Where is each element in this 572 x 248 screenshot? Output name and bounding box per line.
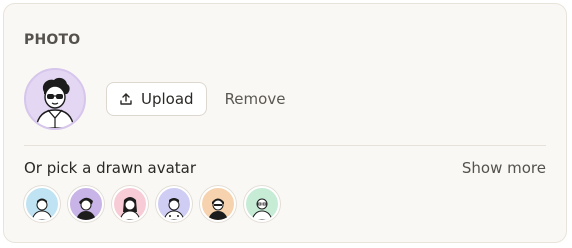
drawn-avatar-icon: [208, 198, 228, 220]
avatar-option-4[interactable]: [156, 186, 192, 222]
drawn-avatar-icon: [31, 198, 53, 220]
avatar-illustration-icon: [35, 77, 75, 128]
divider: [24, 145, 546, 146]
drawn-avatar-icon: [119, 197, 141, 220]
remove-button[interactable]: Remove: [225, 90, 286, 108]
photo-row: Upload Remove: [24, 67, 285, 131]
current-avatar: [24, 68, 86, 130]
section-title: PHOTO: [24, 32, 81, 48]
drawn-avatar-label: Or pick a drawn avatar: [24, 159, 197, 177]
upload-icon: [120, 93, 132, 105]
drawn-avatar-icon: [251, 198, 273, 220]
drawn-avatar-icon: [163, 198, 185, 220]
show-more-link[interactable]: Show more: [462, 159, 546, 177]
photo-settings-card: PHOTO Upload Remove Or pick a drawn avat…: [3, 3, 567, 243]
drawn-avatar-list: [24, 186, 280, 222]
avatar-option-3[interactable]: [112, 186, 148, 222]
avatar-option-5[interactable]: [200, 186, 236, 222]
upload-button-label: Upload: [141, 90, 194, 108]
avatar-option-2[interactable]: [68, 186, 104, 222]
avatar-option-6[interactable]: [244, 186, 280, 222]
drawn-avatar-icon: [76, 197, 96, 220]
upload-button[interactable]: Upload: [106, 82, 207, 116]
avatar-option-1[interactable]: [24, 186, 60, 222]
